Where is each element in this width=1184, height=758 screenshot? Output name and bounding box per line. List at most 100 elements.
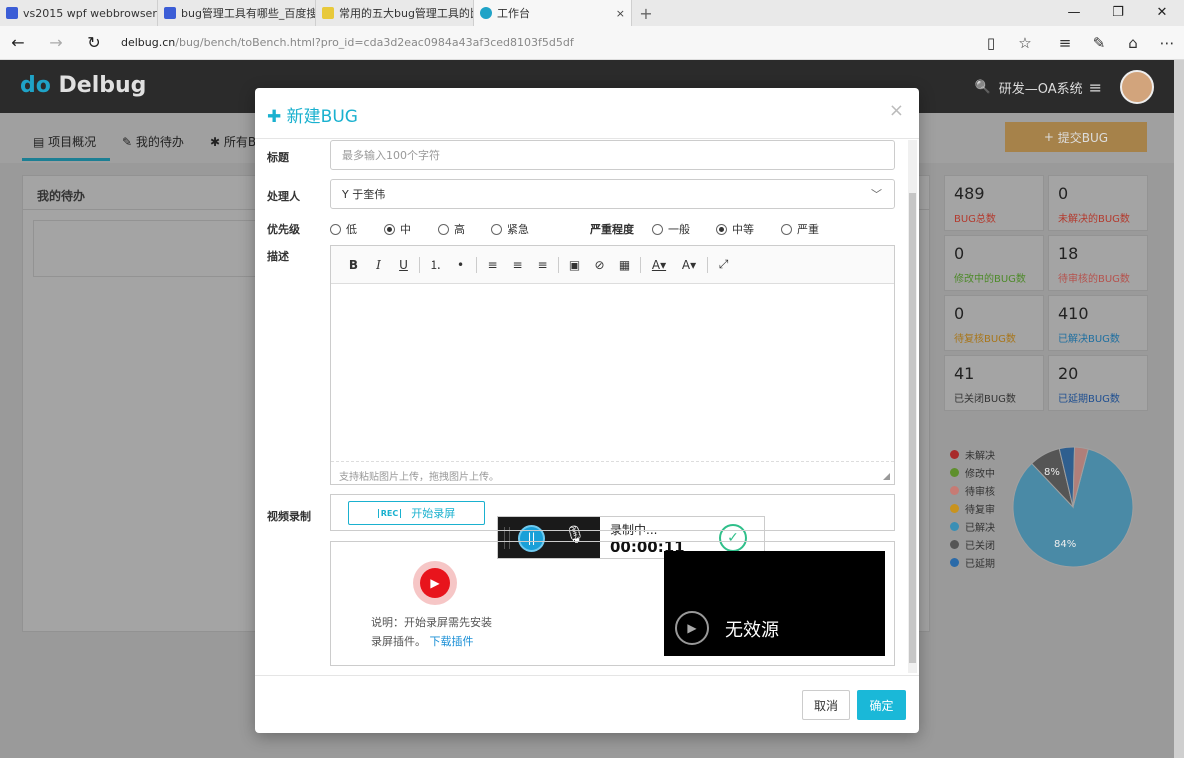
align-right-icon[interactable]: ≡ bbox=[530, 258, 555, 272]
download-plugin-link[interactable]: 下载插件 bbox=[430, 635, 474, 648]
close-dialog-icon[interactable]: × bbox=[889, 100, 904, 121]
priority-radio-low[interactable]: 低 bbox=[330, 221, 357, 237]
browser-tab-bar: vs2015 wpf webbrowser去掉 bug管理工具有哪些_百度搜 常… bbox=[0, 0, 1184, 26]
stat-card[interactable]: 20 已延期BUG数 bbox=[1048, 355, 1148, 411]
article-favicon-icon bbox=[322, 7, 334, 19]
toolbar-divider bbox=[707, 256, 708, 273]
fullscreen-icon[interactable]: ⤢ bbox=[711, 257, 736, 272]
rich-text-editor[interactable]: B I U ⒈ • ≡ ≡ ≡ ▣ ⊘ ▦ A▾ A▾ ⤢ 支持粘贴图片上传，拖… bbox=[330, 245, 895, 559]
handler-select[interactable]: Y 于奎伟 ﹀ bbox=[330, 179, 895, 209]
ok-button[interactable]: 确定 bbox=[857, 690, 906, 720]
play-icon[interactable]: ▶ bbox=[675, 611, 709, 645]
pie-data-label: 84% bbox=[1054, 539, 1076, 550]
priority-label: 优先级 bbox=[267, 223, 300, 236]
forward-icon[interactable]: → bbox=[41, 33, 71, 52]
page-scrollbar[interactable] bbox=[1174, 60, 1184, 758]
tab-title: 工作台 bbox=[497, 7, 530, 20]
project-name[interactable]: 研发—OA系统 bbox=[999, 78, 1083, 97]
legend-item[interactable]: 已延期 bbox=[950, 553, 995, 571]
legend-item[interactable]: 已关闭 bbox=[950, 535, 995, 553]
chart-legend: 未解决 修改中 待审核 待复审 已解决 已关闭 已延期 bbox=[950, 445, 995, 571]
toolbar-divider bbox=[419, 256, 420, 273]
severity-radio-severe[interactable]: 严重 bbox=[781, 221, 819, 237]
url-host: delbug.cn bbox=[121, 36, 176, 49]
severity-radio-normal[interactable]: 一般 bbox=[652, 221, 690, 237]
plus-icon: + bbox=[1043, 130, 1054, 144]
start-recording-button[interactable]: REC 开始录屏 bbox=[348, 501, 485, 525]
browser-tab[interactable]: vs2015 wpf webbrowser去掉 bbox=[0, 0, 158, 26]
image-icon[interactable]: ▣ bbox=[562, 258, 587, 272]
browser-tab[interactable]: 常用的五大bug管理工具的比 bbox=[316, 0, 474, 26]
restore-icon[interactable]: ❐ bbox=[1096, 0, 1140, 26]
video-player[interactable]: ▶ 无效源 bbox=[664, 551, 885, 656]
browser-tools: ▯ ☆ ≡ ✎ ⌂ ⋯ bbox=[974, 34, 1184, 52]
rec-icon: REC bbox=[377, 508, 402, 518]
refresh-icon[interactable]: ↻ bbox=[79, 33, 109, 52]
legend-item[interactable]: 修改中 bbox=[950, 463, 995, 481]
avatar[interactable] bbox=[1120, 70, 1154, 104]
browser-tab-active[interactable]: 工作台 × bbox=[474, 0, 632, 26]
toolbar-divider bbox=[640, 256, 641, 273]
table-icon[interactable]: ▦ bbox=[612, 258, 637, 272]
ordered-list-icon[interactable]: ⒈ bbox=[423, 256, 448, 273]
nav-item-overview[interactable]: ▤ 项目概况 bbox=[33, 133, 96, 150]
stat-card[interactable]: 0 未解决的BUG数 bbox=[1048, 175, 1148, 231]
back-icon[interactable]: ← bbox=[3, 33, 33, 52]
active-tab-indicator bbox=[22, 158, 110, 161]
stat-card[interactable]: 18 待审核的BUG数 bbox=[1048, 235, 1148, 291]
nav-item-all-bugs[interactable]: ✱ 所有B bbox=[210, 133, 256, 150]
url-field[interactable]: delbug.cn/bug/bench/toBench.html?pro_id=… bbox=[121, 36, 574, 49]
title-label: 标题 bbox=[267, 151, 289, 164]
priority-radio-medium[interactable]: 中 bbox=[384, 221, 411, 237]
cancel-button[interactable]: 取消 bbox=[802, 690, 850, 720]
italic-icon[interactable]: I bbox=[366, 258, 391, 272]
video-logo: ▶ bbox=[413, 561, 457, 605]
priority-radio-urgent[interactable]: 紧急 bbox=[491, 221, 529, 237]
nav-item-todo[interactable]: ✎ 我的待办 bbox=[122, 133, 184, 150]
stat-card[interactable]: 0 待复核BUG数 bbox=[944, 295, 1044, 351]
bold-icon[interactable]: B bbox=[341, 258, 366, 272]
asterisk-icon: ✱ bbox=[210, 135, 221, 149]
share-icon[interactable]: ⌂ bbox=[1116, 34, 1150, 52]
align-center-icon[interactable]: ≡ bbox=[505, 258, 530, 272]
search-icon[interactable]: 🔍 bbox=[975, 80, 991, 95]
description-label: 描述 bbox=[267, 250, 289, 263]
close-tab-icon[interactable]: × bbox=[616, 7, 625, 20]
legend-item[interactable]: 未解决 bbox=[950, 445, 995, 463]
reading-view-icon[interactable]: ▯ bbox=[974, 34, 1008, 52]
dialog-title: ✚ 新建BUG bbox=[267, 107, 358, 127]
web-note-icon[interactable]: ✎ bbox=[1082, 34, 1116, 52]
close-window-icon[interactable]: ✕ bbox=[1140, 0, 1184, 26]
plugin-box: ▶ 说明：开始录屏需先安装 录屏插件。 下载插件 ▶ 无效源 bbox=[330, 541, 895, 666]
unordered-list-icon[interactable]: • bbox=[448, 258, 473, 272]
tab-title: vs2015 wpf webbrowser去掉 bbox=[23, 7, 157, 20]
minimize-icon[interactable]: — bbox=[1052, 0, 1096, 26]
align-left-icon[interactable]: ≡ bbox=[480, 258, 505, 272]
font-color-icon[interactable]: A▾ bbox=[644, 258, 674, 272]
favorite-star-icon[interactable]: ☆ bbox=[1008, 34, 1042, 52]
menu-icon[interactable]: ≡ bbox=[1089, 78, 1102, 97]
underline-icon[interactable]: U bbox=[391, 258, 416, 272]
legend-item[interactable]: 待审核 bbox=[950, 481, 995, 499]
severity-radio-medium[interactable]: 中等 bbox=[716, 221, 754, 237]
hub-icon[interactable]: ≡ bbox=[1048, 34, 1082, 52]
stat-card[interactable]: 410 已解决BUG数 bbox=[1048, 295, 1148, 351]
address-bar: ← → ↻ delbug.cn/bug/bench/toBench.html?p… bbox=[0, 26, 1184, 60]
browser-tab[interactable]: bug管理工具有哪些_百度搜 bbox=[158, 0, 316, 26]
submit-bug-button[interactable]: + 提交BUG bbox=[1005, 122, 1147, 152]
dialog-scroll-thumb[interactable] bbox=[909, 193, 916, 663]
resize-handle-icon[interactable] bbox=[883, 473, 890, 480]
legend-item[interactable]: 待复审 bbox=[950, 499, 995, 517]
new-tab-button[interactable]: + bbox=[632, 0, 660, 26]
link-icon[interactable]: ⊘ bbox=[587, 258, 612, 272]
more-icon[interactable]: ⋯ bbox=[1150, 34, 1184, 52]
footer-divider bbox=[255, 675, 919, 676]
title-input[interactable]: 最多输入100个字符 bbox=[330, 140, 895, 170]
legend-item[interactable]: 已解决 bbox=[950, 517, 995, 535]
priority-radio-high[interactable]: 高 bbox=[438, 221, 465, 237]
stat-card[interactable]: 41 已关闭BUG数 bbox=[944, 355, 1044, 411]
stat-card[interactable]: 489 BUG总数 bbox=[944, 175, 1044, 231]
background-color-icon[interactable]: A▾ bbox=[674, 258, 704, 272]
stat-card[interactable]: 0 修改中的BUG数 bbox=[944, 235, 1044, 291]
editor-toolbar: B I U ⒈ • ≡ ≡ ≡ ▣ ⊘ ▦ A▾ A▾ ⤢ bbox=[331, 246, 894, 284]
